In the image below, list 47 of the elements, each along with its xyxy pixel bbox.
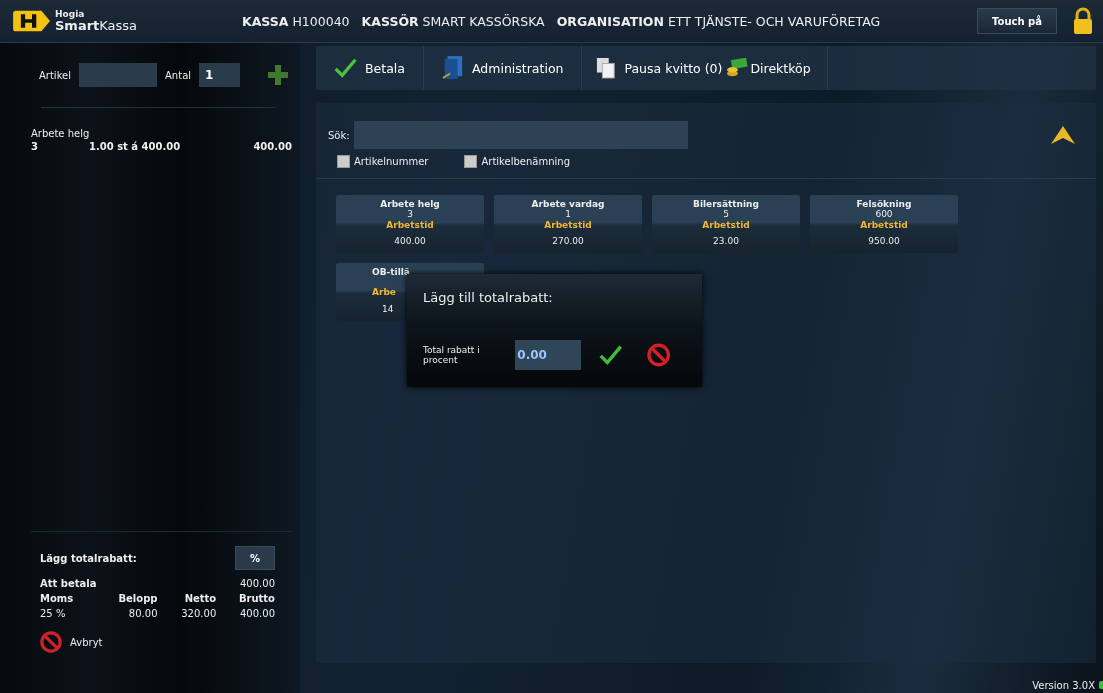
- tile-name: OB-tillä: [372, 267, 410, 278]
- tile-price: 14: [381, 303, 394, 314]
- tile-category: Arbetstid: [386, 219, 434, 231]
- pay-amount: 400.00: [240, 578, 275, 589]
- tile-price: 400.00: [394, 236, 426, 247]
- tile-number: 5: [723, 209, 729, 220]
- checkbox-label: Artikelnummer: [354, 156, 429, 167]
- tile-price: 23.00: [713, 236, 739, 247]
- tile-name: Arbete helg: [380, 199, 440, 210]
- tile-price: 950.00: [868, 236, 900, 247]
- tile-name: Bilersättning: [693, 199, 759, 210]
- tile-number: 3: [407, 209, 413, 220]
- tile-category: Arbe: [372, 287, 396, 298]
- checkbox-label: Artikelbenämning: [481, 156, 570, 167]
- quantity-label: Antal: [165, 69, 192, 81]
- tile-name: Felsökning: [856, 199, 912, 210]
- receipt-item-detail: 1.00 st á 400.00: [89, 141, 182, 152]
- article-label: Artikel: [39, 69, 72, 81]
- search-label: Sök:: [328, 129, 350, 141]
- discount-percent-label: Total rabatt i procent: [423, 345, 481, 365]
- vat-cell-text: 400.00: [239, 608, 275, 619]
- tile-price: 270.00: [552, 236, 584, 247]
- header-info: KASSA H100040: [242, 13, 350, 29]
- receipt-item-amount: 400.00: [253, 141, 292, 152]
- vat-cell-text: 25 %: [40, 608, 67, 619]
- tile-name: Arbete vardag: [531, 199, 605, 210]
- logo-product: SmartKassa: [55, 19, 138, 32]
- vat-header: Netto: [183, 593, 217, 604]
- discount-label: Lägg totalrabatt:: [40, 552, 137, 564]
- logo-brand: Hogia: [55, 10, 86, 19]
- pay-label: Att betala: [40, 578, 97, 589]
- header-info: ORGANISATION ETT TJÄNSTE- OCH VARUFÖRETAG: [556, 13, 881, 29]
- vat-header: Moms: [40, 593, 75, 604]
- vat-header: Brutto: [237, 593, 275, 604]
- receipt-item-name: Arbete helg: [31, 128, 90, 139]
- vat-cell-text: 80.00: [127, 608, 158, 619]
- tile-category: Arbetstid: [544, 219, 592, 231]
- tile-number: 600: [875, 209, 893, 220]
- header-info: KASSÖR SMART KASSÖRSKA: [361, 13, 545, 29]
- dialog-title: Lägg till totalrabatt:: [422, 289, 554, 307]
- receipt-item-number: 3: [31, 141, 39, 152]
- vat-header: Belopp: [117, 593, 158, 604]
- vat-cell-text: 320.00: [180, 608, 217, 619]
- tile-category: Arbetstid: [702, 219, 750, 231]
- tile-category: Arbetstid: [860, 219, 908, 231]
- version-text: Version 3.0X: [1032, 679, 1095, 691]
- tile-number: 1: [565, 209, 571, 220]
